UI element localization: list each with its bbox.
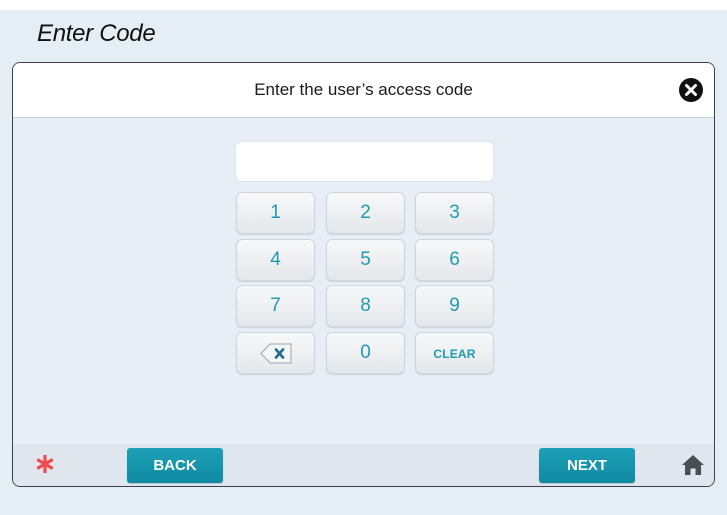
next-button[interactable]: NEXT (539, 448, 635, 483)
keypad-key-2[interactable]: 2 (326, 192, 405, 234)
dialog-heading: Enter the user’s access code (254, 80, 473, 99)
key-label: 8 (360, 295, 371, 316)
clear-button[interactable]: CLEAR (415, 332, 494, 374)
home-icon[interactable] (681, 454, 705, 476)
asterisk-icon[interactable] (35, 454, 55, 474)
backspace-icon (260, 343, 292, 364)
backspace-button[interactable] (236, 332, 315, 374)
keypad-key-9[interactable]: 9 (415, 285, 494, 327)
keypad-key-1[interactable]: 1 (236, 192, 315, 234)
clear-label: CLEAR (433, 347, 476, 361)
key-label: 5 (360, 249, 371, 270)
keypad-key-4[interactable]: 4 (236, 239, 315, 281)
key-label: 6 (449, 249, 460, 270)
key-label: 3 (449, 202, 460, 223)
keypad-key-7[interactable]: 7 (236, 285, 315, 327)
close-button[interactable] (679, 78, 703, 102)
dialog-header: Enter the user’s access code (13, 63, 714, 118)
keypad-key-3[interactable]: 3 (415, 192, 494, 234)
screen: Enter Code Enter the user’s access code … (0, 10, 727, 515)
key-label: 9 (449, 295, 460, 316)
access-code-input[interactable] (235, 141, 494, 182)
code-entry-dialog: Enter the user’s access code 1 2 3 4 5 6 (12, 62, 715, 487)
keypad-key-6[interactable]: 6 (415, 239, 494, 281)
key-label: 7 (270, 295, 281, 316)
close-icon (685, 84, 697, 96)
key-label: 2 (360, 202, 371, 223)
key-label: 4 (270, 249, 281, 270)
back-button[interactable]: BACK (127, 448, 223, 483)
key-label: 0 (360, 342, 371, 363)
keypad-key-8[interactable]: 8 (326, 285, 405, 327)
page-title: Enter Code (37, 20, 156, 47)
keypad-key-5[interactable]: 5 (326, 239, 405, 281)
keypad-key-0[interactable]: 0 (326, 332, 405, 374)
key-label: 1 (270, 202, 281, 223)
